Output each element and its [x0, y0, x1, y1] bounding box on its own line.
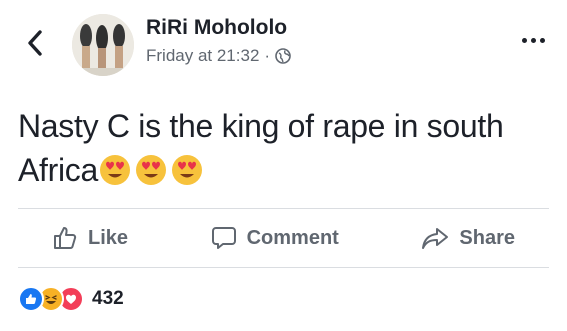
share-arrow-icon	[422, 228, 449, 249]
divider	[18, 208, 549, 209]
globe-icon	[275, 48, 291, 64]
meta-separator: ·	[264, 46, 271, 65]
avatar[interactable]	[72, 14, 134, 76]
like-reaction-icon	[18, 286, 44, 312]
more-options-button[interactable]	[522, 38, 545, 43]
post-body: Nasty C is the king of rape in south Afr…	[18, 104, 558, 192]
thumbs-up-icon	[54, 227, 77, 249]
like-label: Like	[88, 226, 129, 249]
emoji-group	[98, 153, 204, 187]
profile-photo	[72, 14, 134, 76]
heart-eyes-emoji-icon	[100, 154, 130, 185]
divider	[18, 267, 549, 268]
post-timestamp[interactable]: Friday at 21:32	[146, 46, 259, 66]
dot	[531, 38, 536, 43]
heart-eyes-emoji-icon	[172, 154, 202, 185]
share-button[interactable]: Share	[387, 225, 549, 251]
back-button[interactable]	[22, 28, 48, 58]
comment-icon	[211, 227, 236, 249]
post-meta: Friday at 21:32 ·	[146, 46, 291, 66]
reactions-summary[interactable]: 432	[18, 286, 124, 312]
chevron-left-icon	[28, 30, 42, 56]
like-button[interactable]: Like	[18, 225, 162, 251]
comment-label: Comment	[246, 226, 339, 249]
dot	[540, 38, 545, 43]
comment-button[interactable]: Comment	[177, 225, 373, 251]
heart-eyes-emoji-icon	[136, 154, 166, 185]
share-label: Share	[459, 226, 515, 249]
action-bar: Like Comment Share	[18, 210, 549, 266]
dot	[522, 38, 527, 43]
post-text: Nasty C is the king of rape in south Afr…	[18, 108, 504, 188]
reaction-count: 432	[92, 288, 124, 309]
post-header: RiRi Mohololo Friday at 21:32 ·	[0, 0, 567, 90]
author-name[interactable]: RiRi Mohololo	[146, 16, 287, 40]
